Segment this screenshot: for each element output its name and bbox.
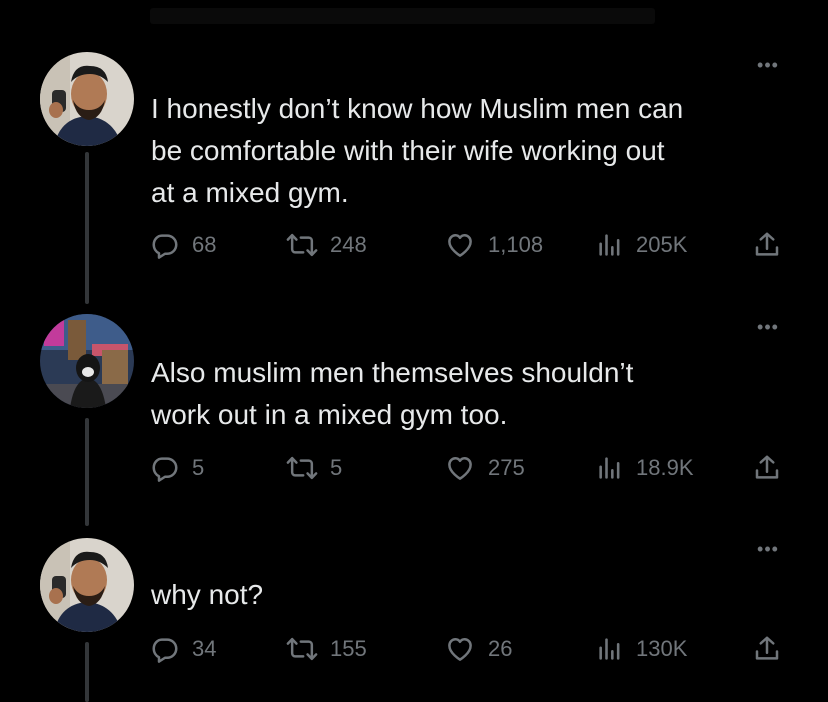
heart-icon (448, 638, 472, 661)
views-count: 130K (636, 636, 688, 661)
tweet-text: I honestly don’t know how Muslim men can… (151, 93, 684, 208)
heart-icon (448, 457, 472, 480)
more-options-icon[interactable]: ••• (748, 540, 788, 558)
action-bar: 5 5 275 18.9K (150, 451, 790, 485)
views-count: 205K (636, 232, 688, 257)
views-icon (599, 638, 620, 660)
reply-button[interactable]: 34 (150, 632, 216, 666)
like-count: 275 (488, 455, 525, 480)
like-count: 26 (488, 636, 513, 661)
views-button[interactable]: 18.9K (596, 451, 694, 485)
thread-line (85, 418, 89, 526)
reply-icon (152, 457, 178, 482)
retweet-button[interactable]: 5 (286, 451, 342, 485)
top-bar (150, 8, 655, 24)
reply-button[interactable]: 68 (150, 228, 216, 262)
reply-button[interactable]: 5 (150, 451, 204, 485)
share-button[interactable] (752, 451, 782, 485)
retweet-button[interactable]: 248 (286, 228, 367, 262)
thread-line (85, 642, 89, 702)
share-button[interactable] (752, 228, 782, 262)
like-button[interactable]: 1,108 (444, 228, 543, 262)
share-button[interactable] (752, 632, 782, 666)
reply-icon (152, 234, 178, 259)
tweet-text: Also muslim men themselves shouldn’t wor… (151, 357, 634, 430)
share-icon (755, 636, 779, 660)
views-button[interactable]: 205K (596, 228, 687, 262)
like-button[interactable]: 26 (444, 632, 512, 666)
views-button[interactable]: 130K (596, 632, 687, 666)
share-icon (755, 232, 779, 256)
thread-line (85, 152, 89, 304)
retweet-icon (286, 233, 318, 257)
more-options-icon[interactable]: ••• (748, 318, 788, 336)
action-bar: 34 155 26 130K (150, 632, 790, 666)
retweet-count: 155 (330, 636, 367, 661)
retweet-button[interactable]: 155 (286, 632, 367, 666)
views-icon (599, 457, 620, 479)
share-icon (755, 455, 779, 479)
like-button[interactable]: 275 (444, 451, 525, 485)
retweet-count: 5 (330, 455, 343, 480)
reply-count: 68 (192, 232, 217, 257)
reply-count: 5 (192, 455, 205, 480)
more-options-icon[interactable]: ••• (748, 56, 788, 74)
avatar[interactable] (40, 52, 134, 146)
views-icon (599, 234, 620, 256)
retweet-icon (286, 637, 318, 661)
retweet-icon (286, 456, 318, 480)
like-count: 1,108 (488, 232, 544, 257)
avatar[interactable] (40, 538, 134, 632)
views-count: 18.9K (636, 455, 694, 480)
tweet-text: why not? (151, 579, 264, 610)
avatar[interactable] (40, 314, 134, 408)
heart-icon (448, 234, 472, 257)
retweet-count: 248 (330, 232, 367, 257)
reply-icon (152, 638, 178, 663)
reply-count: 34 (192, 636, 217, 661)
action-bar: 68 248 1,108 205K (150, 228, 790, 262)
